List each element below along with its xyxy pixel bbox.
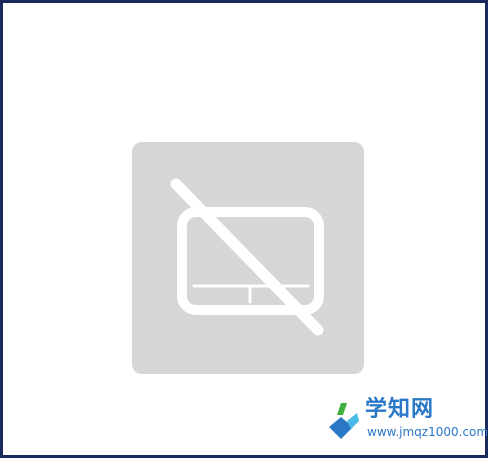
watermark-title: 学知网 (365, 397, 435, 422)
touchpad-disabled-tile (132, 142, 364, 374)
site-logo-icon (329, 403, 359, 439)
site-watermark: 学知网 www.jmqz1000.com (325, 395, 488, 447)
watermark-url: www.jmqz1000.com (367, 425, 488, 439)
window-frame: 学知网 www.jmqz1000.com (0, 0, 488, 458)
touchpad-disabled-icon (170, 178, 324, 336)
